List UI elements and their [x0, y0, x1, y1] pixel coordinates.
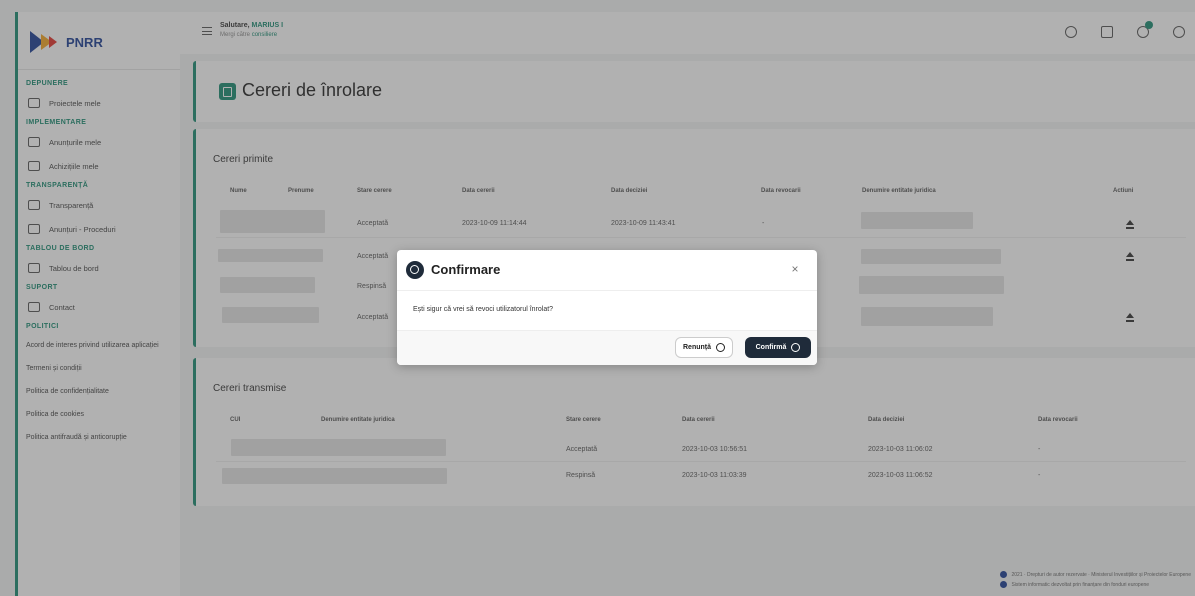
cancel-circle-icon [716, 343, 725, 352]
dialog-divider [397, 290, 817, 291]
confirm-button[interactable]: Confirmă [745, 337, 811, 358]
confirm-button-label: Confirmă [755, 344, 787, 351]
dialog-title: Confirmare [431, 262, 501, 277]
question-icon [406, 261, 424, 279]
confirm-dialog: Confirmare × Ești sigur că vrei să revoc… [397, 250, 817, 365]
close-icon[interactable]: × [789, 263, 801, 275]
cancel-button-label: Renunță [683, 344, 711, 351]
dialog-message: Ești sigur că vrei să revoci utilizatoru… [413, 306, 554, 313]
check-circle-icon [791, 343, 801, 352]
dialog-footer: Renunță Confirmă [397, 330, 817, 365]
cancel-button[interactable]: Renunță [675, 337, 733, 358]
